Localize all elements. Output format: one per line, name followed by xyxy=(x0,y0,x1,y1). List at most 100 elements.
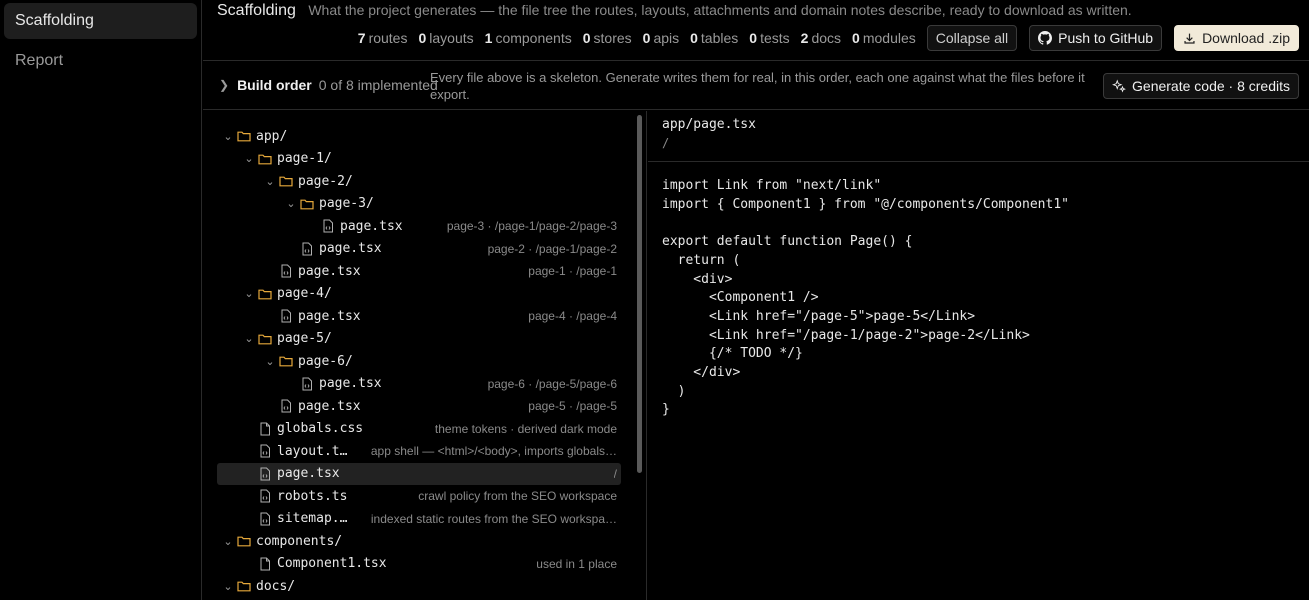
tree-file-row[interactable]: sitemap.… indexed static routes from the … xyxy=(217,508,621,530)
tree-item-name: page.tsx xyxy=(319,376,382,391)
tree-folder-row[interactable]: ⌄ app/ xyxy=(217,125,621,147)
sidebar-item-scaffolding[interactable]: Scaffolding xyxy=(4,3,197,39)
tree-item-name: globals.css xyxy=(277,421,364,436)
main-panel: Scaffolding What the project generates —… xyxy=(203,0,1309,600)
stat-count: 0 xyxy=(642,30,651,46)
sidebar-item-report[interactable]: Report xyxy=(4,43,197,79)
stat-label: components xyxy=(495,30,572,46)
tree-folder-row[interactable]: ⌄ page-6/ xyxy=(217,350,621,372)
tree-item-name: sitemap.… xyxy=(277,511,348,526)
tree-item-meta: page-4 · /page-4 xyxy=(528,309,617,323)
build-order-title: Build order xyxy=(237,77,312,93)
code-line: <Link href="/page-1/page-2">page-2</Link… xyxy=(662,327,1030,343)
stat-label: layouts xyxy=(429,30,474,46)
tree-folder-row[interactable]: ⌄ page-1/ xyxy=(217,148,621,170)
tree-folder-row[interactable]: ⌄ page-4/ xyxy=(217,283,621,305)
tree-file-row[interactable]: page.tsx page-2 · /page-1/page-2 xyxy=(217,238,621,260)
tree-item-meta: page-2 · /page-1/page-2 xyxy=(487,241,617,256)
code-line: </div> xyxy=(662,365,741,381)
tree-item-meta: page-5 · /page-5 xyxy=(528,399,617,413)
tree-item-meta: crawl policy from the SEO workspace xyxy=(418,489,617,503)
tree-item-name: page.tsx xyxy=(298,308,361,324)
chevron-down-icon[interactable]: ⌄ xyxy=(263,175,277,188)
tree-item-name: page.tsx xyxy=(340,218,403,234)
chevron-down-icon[interactable]: ⌄ xyxy=(221,580,235,593)
sparkles-icon xyxy=(1112,79,1126,93)
stat-label: stores xyxy=(593,30,632,46)
chevron-down-icon[interactable]: ⌄ xyxy=(242,332,256,345)
chevron-down-icon[interactable]: ⌄ xyxy=(242,287,256,300)
code-file-icon xyxy=(256,489,274,503)
download-zip-label: Download .zip xyxy=(1202,30,1290,46)
file-icon xyxy=(256,557,274,571)
stats-toolbar: 7 routes 0 layouts 1 components 0 stores 0 apis 0 t… xyxy=(358,25,1299,51)
stat-3: 0 stores xyxy=(583,30,632,46)
chevron-down-icon[interactable]: ⌄ xyxy=(284,197,298,210)
tree-file-row[interactable]: page.tsx / xyxy=(217,462,621,485)
tree-item-name: components/ xyxy=(256,533,343,549)
tree-folder-row[interactable]: ⌄ page-5/ xyxy=(217,328,621,350)
code-line: <Component1 /> xyxy=(662,290,819,306)
tree-file-row[interactable]: Component1.tsx used in 1 place xyxy=(217,553,621,575)
stat-label: docs xyxy=(811,30,842,46)
file-icon xyxy=(256,422,274,436)
tree-file-row[interactable]: layout.t… app shell — <html>/<body>, impo… xyxy=(217,440,621,462)
tree-folder-row[interactable]: ⌄ page-3/ xyxy=(217,193,621,215)
tree-item-name: docs/ xyxy=(256,578,296,594)
collapse-all-button[interactable]: Collapse all xyxy=(926,25,1018,51)
tree-folder-row[interactable]: ⌄ docs/ xyxy=(217,575,621,597)
tree-item-name: Component1.tsx xyxy=(277,556,387,571)
tree-folder-row[interactable]: ⌄ page-2/ xyxy=(217,170,621,192)
tree-file-row[interactable]: page.tsx page-6 · /page-5/page-6 xyxy=(217,373,621,395)
code-file-icon xyxy=(277,309,295,323)
file-tree-scrollbar[interactable] xyxy=(637,115,642,473)
tree-file-row[interactable]: globals.css theme tokens · derived dark m… xyxy=(217,418,621,440)
folder-icon xyxy=(235,579,253,593)
app-root: Scaffolding Report Scaffolding What the … xyxy=(0,0,1309,600)
stat-count: 0 xyxy=(690,30,698,46)
tree-item-name: page-3/ xyxy=(319,196,374,211)
chevron-down-icon[interactable]: ⌄ xyxy=(242,152,256,165)
tree-file-row[interactable]: page.tsx page-1 · /page-1 xyxy=(217,260,621,282)
code-line: <Link href="/page-5">page-5</Link> xyxy=(662,308,976,324)
generate-code-button[interactable]: Generate code · 8 credits xyxy=(1103,73,1299,99)
stat-count: 2 xyxy=(800,30,809,46)
page-title: Scaffolding xyxy=(217,2,296,19)
tree-file-row[interactable]: page.tsx page-3 · /page-1/page-2/page-3 xyxy=(217,215,621,237)
stat-2: 1 components xyxy=(485,30,572,46)
download-icon xyxy=(1184,33,1195,44)
tree-folder-row[interactable]: ⌄ components/ xyxy=(217,530,621,552)
tree-file-row[interactable]: page.tsx page-5 · /page-5 xyxy=(217,395,621,417)
build-order-toggle[interactable]: ❯ Build order 0 of 8 implemented xyxy=(219,77,438,93)
code-divider xyxy=(648,161,1309,162)
chevron-down-icon[interactable]: ⌄ xyxy=(263,355,277,368)
chevron-down-icon[interactable]: ⌄ xyxy=(221,535,235,548)
download-zip-button[interactable]: Download .zip xyxy=(1174,25,1299,51)
folder-icon xyxy=(277,354,295,368)
tree-item-name: page-4/ xyxy=(277,286,332,301)
build-order-description: Every file above is a skeleton. Generate… xyxy=(430,70,1085,102)
folder-icon xyxy=(256,152,274,166)
tree-file-row[interactable]: robots.ts crawl policy from the SEO works… xyxy=(217,485,621,507)
tree-item-meta: used in 1 place xyxy=(536,556,617,571)
tree-file-row[interactable]: page.tsx page-4 · /page-4 xyxy=(217,305,621,327)
chevron-down-icon[interactable]: ⌄ xyxy=(221,130,235,143)
folder-icon xyxy=(277,174,295,188)
tree-item-name: app/ xyxy=(256,128,288,144)
page-header: Scaffolding What the project generates —… xyxy=(217,2,1132,20)
code-line: import Link from "next/link" xyxy=(662,178,882,193)
tree-item-meta: theme tokens · derived dark mode xyxy=(434,421,617,436)
tree-item-meta: page-6 · /page-5/page-6 xyxy=(487,376,617,391)
tree-item-name: page.tsx xyxy=(277,466,340,481)
tree-item-name: page.tsx xyxy=(298,263,361,279)
code-file-icon xyxy=(298,377,316,391)
push-to-github-button[interactable]: Push to GitHub xyxy=(1029,25,1163,51)
tree-item-meta: page-1 · /page-1 xyxy=(528,264,617,278)
folder-icon xyxy=(298,197,316,211)
code-file-path: app/page.tsx xyxy=(662,117,756,132)
code-file-icon xyxy=(319,219,337,233)
stat-label: tables xyxy=(700,30,739,46)
tree-item-name: page-1/ xyxy=(277,151,332,166)
tree-item-meta: page-3 · /page-1/page-2/page-3 xyxy=(446,219,617,233)
folder-icon xyxy=(256,287,274,301)
